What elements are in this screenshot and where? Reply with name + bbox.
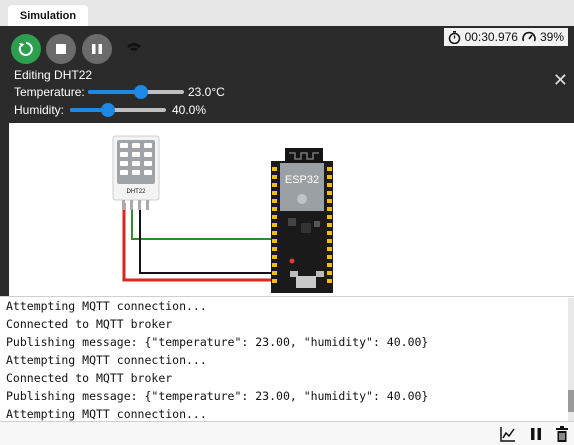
temperature-slider[interactable] (88, 85, 184, 99)
console-pause-button[interactable] (526, 424, 546, 444)
console-toolbar (0, 421, 574, 445)
chart-icon (500, 427, 515, 442)
speed-value: 39% (539, 30, 564, 44)
esp32-board[interactable]: ESP32 (271, 148, 333, 293)
circuit-canvas[interactable]: DHT22 ESP32 (9, 123, 574, 296)
close-icon[interactable]: ✕ (553, 70, 568, 91)
humidity-label: Humidity: (14, 103, 65, 117)
wire-data (131, 203, 279, 240)
simulation-timer: 00:30.976 39% (443, 28, 568, 46)
stop-icon (56, 44, 66, 54)
editor-title: Editing DHT22 (14, 68, 93, 82)
pin-header-right (327, 167, 332, 283)
restart-button[interactable] (11, 34, 41, 64)
tab-simulation[interactable]: Simulation (8, 5, 88, 26)
clear-console-button[interactable] (552, 424, 572, 444)
trash-icon (556, 426, 568, 442)
pause-icon (531, 428, 541, 440)
dht22-sensor[interactable]: DHT22 (112, 135, 160, 210)
humidity-slider-thumb[interactable] (101, 103, 116, 117)
serial-monitor[interactable]: Attempting MQTT connection... Connected … (0, 296, 574, 422)
console-line: Publishing message: {"temperature": 23.0… (6, 335, 429, 349)
pause-icon (92, 44, 102, 54)
temperature-label: Temperature: (14, 85, 85, 99)
sensor-label: DHT22 (126, 189, 146, 195)
wifi-icon (127, 43, 141, 53)
timer-value: 00:30.976 (464, 30, 518, 44)
tab-bar: Simulation (0, 0, 574, 26)
console-scrollbar-thumb[interactable] (568, 390, 574, 412)
wire-vcc (122, 203, 279, 282)
tab-label: Simulation (19, 9, 77, 22)
restart-icon (18, 42, 33, 56)
temperature-slider-thumb[interactable] (133, 85, 148, 99)
wires (122, 203, 279, 282)
humidity-value: 40.0% (172, 103, 207, 117)
stop-button[interactable] (46, 34, 76, 64)
console-line: Connected to MQTT broker (6, 371, 173, 385)
humidity-slider[interactable] (70, 103, 166, 117)
console-line: Attempting MQTT connection... (6, 299, 207, 313)
pin-header-left (272, 167, 277, 283)
temperature-slider-fill (88, 90, 141, 94)
console-line: Connected to MQTT broker (6, 317, 173, 331)
board-label: ESP32 (285, 174, 319, 186)
pause-button[interactable] (82, 34, 112, 64)
temperature-value: 23.0°C (188, 85, 225, 99)
console-line: Publishing message: {"temperature": 23.0… (6, 389, 429, 403)
temperature-row: Temperature: 23.0°C (14, 85, 225, 99)
part-editor: Editing DHT22 Temperature: 23.0°C Humidi… (0, 66, 574, 120)
circuit-diagram: DHT22 ESP32 (112, 135, 333, 293)
plotter-button[interactable] (498, 424, 518, 444)
stopwatch-icon (448, 30, 460, 44)
console-line: Attempting MQTT connection... (6, 353, 207, 367)
speedometer-icon (522, 31, 536, 41)
humidity-row: Humidity: 40.0% (14, 103, 206, 117)
